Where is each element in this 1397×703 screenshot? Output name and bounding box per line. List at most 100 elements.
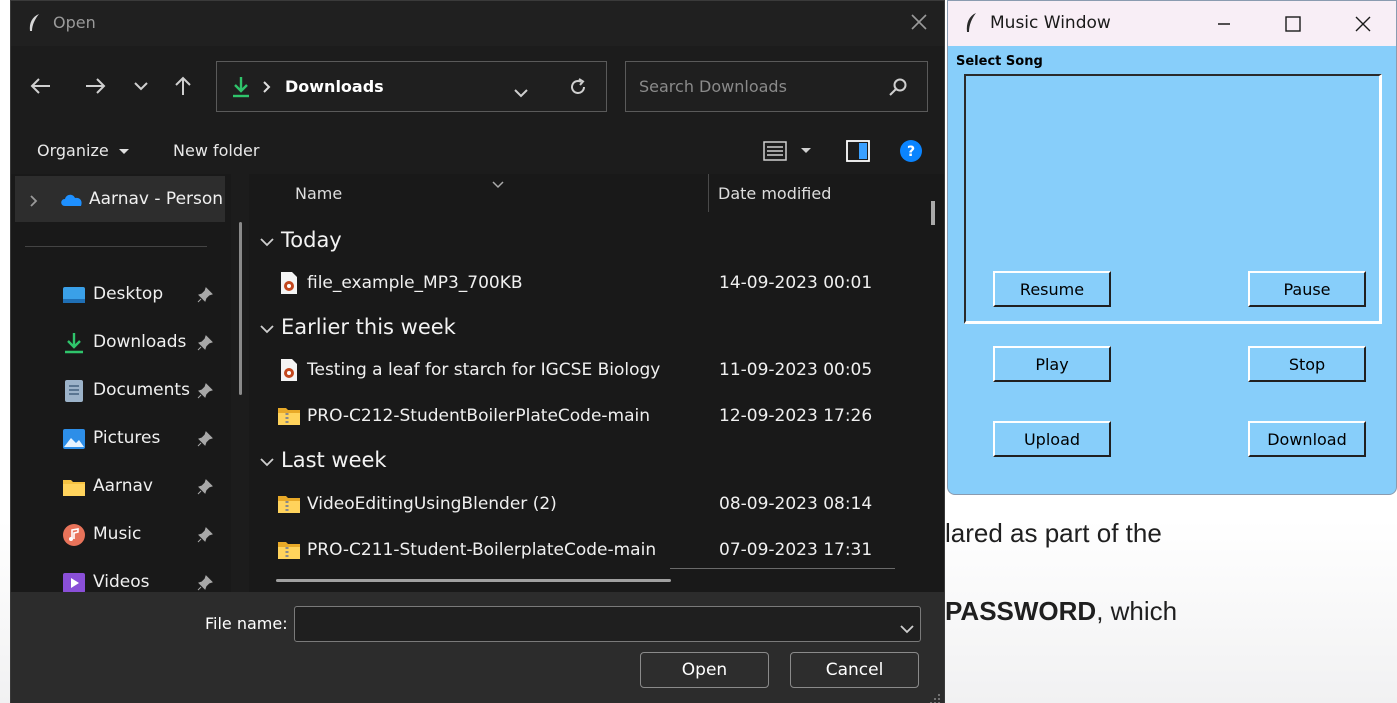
column-header-name[interactable]: Name: [295, 184, 342, 203]
background-bold-word: PASSWORD: [945, 596, 1097, 626]
maximize-icon[interactable]: [1283, 14, 1303, 34]
navigation-pane: Aarnav - Person Desktop Downloads Docume…: [11, 174, 231, 592]
feather-icon: [27, 13, 41, 37]
breadcrumb-downloads[interactable]: Downloads: [285, 77, 384, 96]
file-row[interactable]: file_example_MP3_700KB 14-09-2023 00:01: [277, 267, 917, 303]
back-arrow-icon[interactable]: [27, 72, 55, 100]
file-list-scrollbar[interactable]: [931, 201, 935, 225]
recent-locations-chevron-icon[interactable]: [127, 72, 155, 100]
group-label: Earlier this week: [281, 315, 456, 339]
open-button[interactable]: Open: [640, 652, 769, 688]
pin-icon: [197, 431, 213, 447]
file-list: Name Date modified Today file_example_MP…: [249, 174, 944, 592]
navigation-pane-scrollbar[interactable]: [231, 174, 249, 592]
downloads-icon: [231, 75, 251, 103]
background-text-line-1: lared as part of the: [945, 518, 1162, 548]
search-icon[interactable]: [888, 77, 908, 101]
pane-item-music[interactable]: Music: [11, 515, 226, 555]
pane-item-onedrive[interactable]: Aarnav - Person: [15, 176, 225, 222]
minimize-icon[interactable]: [1214, 14, 1234, 34]
cancel-button[interactable]: Cancel: [790, 652, 919, 688]
upload-button[interactable]: Upload: [993, 421, 1111, 457]
file-name-input[interactable]: [294, 606, 921, 642]
pane-item-label: Pictures: [93, 428, 161, 448]
pane-item-documents[interactable]: Documents: [11, 371, 226, 411]
pane-item-label: Desktop: [93, 284, 164, 304]
scrollbar-thumb[interactable]: [239, 222, 242, 395]
file-name: Testing a leaf for starch for IGCSE Biol…: [307, 360, 661, 380]
pause-button[interactable]: Pause: [1248, 271, 1366, 307]
select-song-label: Select Song: [956, 54, 1043, 69]
desktop-icon: [62, 283, 86, 307]
file-name: PRO-C212-StudentBoilerPlateCode-main: [307, 406, 651, 426]
pictures-icon: [62, 427, 86, 451]
file-list-horizontal-scrollbar[interactable]: [276, 579, 671, 582]
background-text-rest: , which: [1096, 596, 1178, 626]
close-icon[interactable]: [1353, 14, 1373, 34]
navigation-bar: Downloads Search Downloads: [11, 46, 944, 126]
organize-menu[interactable]: Organize: [37, 141, 130, 160]
up-arrow-icon[interactable]: [169, 72, 197, 100]
address-bar[interactable]: Downloads: [216, 61, 607, 112]
file-date: 11-09-2023 00:05: [719, 360, 873, 380]
pin-icon: [197, 335, 213, 351]
music-window-title-bar: Music Window: [948, 1, 1396, 46]
file-date: 12-09-2023 17:26: [719, 406, 873, 426]
zip-folder-icon: [277, 492, 301, 516]
pane-divider: [25, 246, 207, 247]
resize-grip-icon[interactable]: [929, 690, 941, 703]
audio-file-icon: [277, 358, 301, 382]
file-name-dropdown-chevron-icon[interactable]: [900, 619, 914, 638]
help-icon[interactable]: ?: [899, 139, 923, 167]
svg-text:?: ?: [907, 144, 915, 160]
file-date: 14-09-2023 00:01: [719, 273, 873, 293]
collapse-chevron-icon[interactable]: [259, 228, 275, 252]
pin-icon: [197, 383, 213, 399]
close-icon[interactable]: [908, 11, 930, 33]
pane-item-videos[interactable]: Videos: [11, 563, 226, 592]
group-header-earlier-this-week[interactable]: Earlier this week: [259, 315, 456, 339]
pane-item-aarnav[interactable]: Aarnav: [11, 467, 226, 507]
group-header-today[interactable]: Today: [259, 228, 342, 252]
pane-item-pictures[interactable]: Pictures: [11, 419, 226, 459]
file-name-label: File name:: [205, 614, 288, 633]
file-row[interactable]: VideoEditingUsingBlender (2) 08-09-2023 …: [277, 488, 917, 524]
group-label: Last week: [281, 448, 387, 472]
open-dialog: Open Downloads Search Downloads Organize…: [10, 0, 945, 703]
view-options-icon[interactable]: [763, 140, 813, 166]
group-header-last-week[interactable]: Last week: [259, 448, 387, 472]
preview-pane-icon[interactable]: [846, 140, 870, 166]
group-label: Today: [281, 228, 342, 252]
organize-dropdown-icon: [118, 149, 129, 154]
stop-button[interactable]: Stop: [1248, 346, 1366, 382]
expand-chevron-icon[interactable]: [29, 193, 39, 212]
file-date: 07-09-2023 17:31: [719, 540, 873, 560]
pane-item-label: Music: [93, 524, 142, 544]
column-divider[interactable]: [708, 174, 709, 212]
file-row[interactable]: PRO-C211-Student-BoilerplateCode-main 07…: [277, 534, 917, 570]
pane-item-onedrive-label: Aarnav - Person: [89, 189, 224, 209]
file-row[interactable]: PRO-C212-StudentBoilerPlateCode-main 12-…: [277, 400, 917, 436]
pane-item-label: Videos: [93, 572, 150, 592]
pane-item-downloads[interactable]: Downloads: [11, 323, 226, 363]
pin-icon: [197, 527, 213, 543]
resume-button[interactable]: Resume: [993, 271, 1111, 307]
search-field[interactable]: Search Downloads: [625, 61, 928, 112]
file-row[interactable]: Testing a leaf for starch for IGCSE Biol…: [277, 354, 917, 390]
collapse-chevron-icon[interactable]: [259, 448, 275, 472]
downloads-icon: [62, 331, 86, 355]
collapse-chevron-icon[interactable]: [259, 315, 275, 339]
zip-folder-icon: [277, 538, 301, 562]
address-dropdown-chevron-icon[interactable]: [514, 83, 528, 102]
play-button[interactable]: Play: [993, 346, 1111, 382]
column-header-date-modified[interactable]: Date modified: [718, 184, 831, 203]
breadcrumb-chevron-icon: [262, 79, 272, 98]
feather-icon: [964, 12, 978, 38]
new-folder-button[interactable]: New folder: [173, 141, 259, 160]
download-button[interactable]: Download: [1248, 421, 1366, 457]
zip-folder-icon: [277, 404, 301, 428]
pane-item-desktop[interactable]: Desktop: [11, 275, 226, 315]
search-placeholder: Search Downloads: [639, 77, 787, 96]
refresh-icon[interactable]: [568, 77, 588, 101]
forward-arrow-icon[interactable]: [81, 72, 109, 100]
